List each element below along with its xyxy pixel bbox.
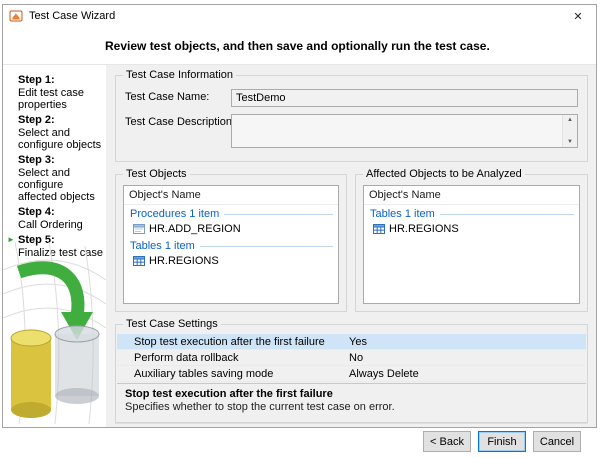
setting-description-panel: Stop test execution after the first fail… [117, 383, 586, 421]
tree-group-procedures[interactable]: Procedures 1 item [124, 205, 338, 221]
tree-group-tables[interactable]: Tables 1 item [364, 205, 579, 221]
sidebar-item-step-4[interactable]: Step 4: Call Ordering [18, 206, 104, 231]
description-scrollbar[interactable]: ▲ ▼ [562, 115, 577, 147]
sidebar-item-step-1[interactable]: Step 1: Edit test case properties [18, 74, 104, 111]
test-case-name-input[interactable] [231, 89, 578, 107]
list-item[interactable]: HR.REGIONS [364, 221, 579, 237]
footer: < Back Finish Cancel [115, 423, 588, 458]
tree-group-tables[interactable]: Tables 1 item [124, 237, 338, 253]
cancel-button[interactable]: Cancel [533, 431, 581, 452]
group-title: Test Objects [123, 168, 190, 181]
titlebar: Test Case Wizard ✕ [3, 5, 596, 27]
setting-row-data-rollback[interactable]: Perform data rollback No [117, 350, 586, 366]
scroll-up-icon[interactable]: ▲ [567, 117, 573, 123]
list-item[interactable]: HR.ADD_REGION [124, 221, 338, 237]
table-icon [133, 255, 145, 267]
setting-description-title: Stop test execution after the first fail… [125, 388, 578, 400]
window-title: Test Case Wizard [29, 10, 560, 22]
page-title: Review test objects, and then save and o… [105, 39, 490, 53]
main-content: Test Case Information Test Case Name: Te… [106, 65, 596, 427]
affected-objects-group: Affected Objects to be Analyzed Object's… [355, 174, 588, 312]
sidebar-item-step-2[interactable]: Step 2: Select and configure objects [18, 114, 104, 151]
group-title: Test Case Settings [123, 318, 221, 331]
close-icon[interactable]: ✕ [560, 5, 596, 27]
test-case-wizard-window: Test Case Wizard ✕ Review test objects, … [2, 4, 597, 428]
column-header-objects-name[interactable]: Object's Name [124, 186, 338, 205]
group-title: Test Case Information [123, 69, 236, 82]
test-objects-group: Test Objects Object's Name Procedures 1 … [115, 174, 347, 312]
app-icon [9, 9, 23, 23]
steps-sidebar: Step 1: Edit test case properties Step 2… [3, 65, 106, 427]
finish-button[interactable]: Finish [478, 431, 526, 452]
test-objects-list: Object's Name Procedures 1 item HR. [123, 185, 339, 304]
column-header-objects-name[interactable]: Object's Name [364, 186, 579, 205]
setting-description-text: Specifies whether to stop the current te… [125, 401, 578, 413]
table-icon [373, 223, 385, 235]
wizard-header: Review test objects, and then save and o… [3, 27, 596, 65]
test-case-information-group: Test Case Information Test Case Name: Te… [115, 75, 588, 162]
test-case-description-input[interactable]: ▲ ▼ [231, 114, 578, 148]
scroll-down-icon[interactable]: ▼ [567, 139, 573, 145]
affected-objects-list: Object's Name Tables 1 item [363, 185, 580, 304]
procedure-icon [133, 223, 145, 235]
test-case-settings-group: Test Case Settings Stop test execution a… [115, 324, 588, 423]
setting-row-auxiliary-tables[interactable]: Auxiliary tables saving mode Always Dele… [117, 366, 586, 382]
group-title: Affected Objects to be Analyzed [363, 168, 525, 181]
sidebar-item-step-3[interactable]: Step 3: Select and configure affected ob… [18, 154, 104, 203]
test-case-description-label: Test Case Description: [125, 114, 231, 128]
test-case-name-label: Test Case Name: [125, 89, 231, 103]
list-item[interactable]: HR.REGIONS [124, 253, 338, 269]
back-button[interactable]: < Back [423, 431, 471, 452]
wizard-graphic [3, 242, 106, 427]
setting-row-stop-on-failure[interactable]: Stop test execution after the first fail… [117, 334, 586, 350]
